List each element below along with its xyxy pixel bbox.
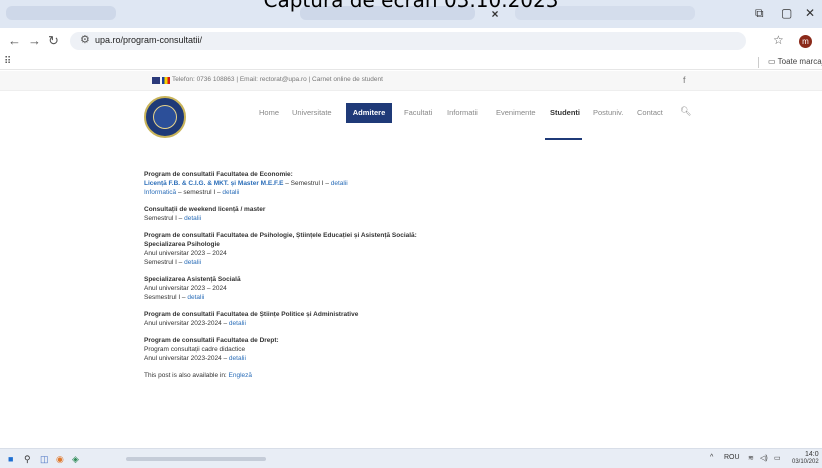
text: Sesmestrul I – (144, 294, 188, 301)
url-bar[interactable]: ⚙ upa.ro/program-consultatii/ (70, 32, 746, 50)
menu-evenimente[interactable]: Evenimente (496, 108, 536, 117)
forward-icon[interactable]: → (28, 33, 41, 48)
clock-time[interactable]: 14:0 (805, 451, 819, 458)
text: Semestrul I – (144, 215, 185, 222)
link-detalii[interactable]: detalii (222, 189, 239, 196)
language-note: This post is also available in: Engleză (144, 371, 644, 380)
text: Anul universitar 2023 – 2024 (144, 285, 227, 292)
logo-emblem (153, 105, 177, 129)
block-subtitle: Specializarea Psihologie (144, 241, 220, 248)
app-icon[interactable]: ◈ (72, 454, 79, 465)
block-title: Program de consultatii Facultatea de Dre… (144, 337, 279, 344)
block-economie: Program de consultatii Facultatea de Eco… (144, 170, 644, 197)
text: Program consultații cadre didactice (144, 346, 246, 353)
ro-flag-icon[interactable] (162, 77, 170, 84)
folder-icon: ▭ (768, 57, 778, 66)
menu-facultati[interactable]: Facultati (404, 108, 432, 117)
block-drept: Program de consultatii Facultatea de Dre… (144, 336, 644, 363)
facebook-icon[interactable]: f (683, 75, 686, 85)
url-text[interactable]: upa.ro/program-consultatii/ (95, 35, 202, 45)
battery-icon[interactable]: ▭ (774, 454, 781, 462)
link-detalii[interactable]: detalii (184, 259, 201, 266)
uk-flag-icon[interactable] (152, 77, 160, 84)
volume-icon[interactable]: ◁) (760, 454, 768, 462)
app-icon[interactable]: ◉ (56, 454, 64, 465)
active-menu-indicator (545, 138, 582, 140)
link-detalii[interactable]: detalii (187, 294, 204, 301)
back-icon[interactable]: ← (8, 33, 21, 48)
wifi-icon[interactable]: ≋ (748, 454, 754, 462)
site-topbar: Telefon: 0736 108863 | Email: rectorat@u… (0, 71, 822, 91)
block-weekend: Consultații de weekend licență / master … (144, 205, 644, 223)
page-content: Program de consultatii Facultatea de Eco… (144, 170, 644, 388)
profile-avatar[interactable]: m (799, 35, 812, 48)
all-bookmarks-folder[interactable]: ▭ Toate marcajele (768, 57, 822, 66)
menu-postuniv[interactable]: Postuniv. (593, 108, 623, 117)
menu-informatii[interactable]: Informatii (447, 108, 478, 117)
block-title: Program de consultatii Facultatea de Eco… (144, 171, 293, 178)
block-psihologie: Program de consultatii Facultatea de Psi… (144, 231, 644, 267)
bookmark-separator (758, 57, 759, 68)
menu-admitere[interactable]: Admitere (346, 103, 392, 123)
block-title: Program de consultatii Facultatea de Psi… (144, 232, 417, 239)
text: – semestrul I – (176, 189, 223, 196)
link-detalii[interactable]: detalii (331, 180, 348, 187)
menu-studenti[interactable]: Studenti (550, 108, 580, 117)
search-icon[interactable]: ⚲ (24, 454, 31, 465)
clock-date[interactable]: 03/10/202 (792, 459, 819, 465)
windows-taskbar: ■ ⚲ ◫ ◉ ◈ ^ ROU ≋ ◁) ▭ 14:0 03/10/202 (0, 448, 822, 468)
text: Anul universitar 2023 – 2024 (144, 250, 227, 257)
block-asistenta: Specializarea Asistență Socială Anul uni… (144, 275, 644, 302)
start-icon[interactable]: ■ (8, 454, 13, 464)
block-title: Consultații de weekend licență / master (144, 206, 266, 213)
text: – Semestrul I – (283, 180, 331, 187)
reload-icon[interactable]: ↻ (48, 33, 59, 49)
bookmark-star-icon[interactable]: ☆ (773, 33, 784, 47)
link-licenta[interactable]: Licență F.B. & C.I.G. & MKT. și Master M… (144, 180, 283, 187)
menu-home[interactable]: Home (259, 108, 279, 117)
link-informatica[interactable]: Informatică (144, 189, 176, 196)
taskbar-apps-blurred[interactable] (126, 457, 266, 461)
block-stiinte-politice: Program de consultatii Facultatea de Ști… (144, 310, 644, 328)
text: Anul universitar 2023-2024 – (144, 320, 229, 327)
link-detalii[interactable]: detalii (229, 355, 246, 362)
text: This post is also available in: (144, 372, 229, 379)
keyboard-language[interactable]: ROU (724, 454, 740, 461)
search-icon[interactable]: 🔍︎ (680, 106, 691, 117)
link-detalii[interactable]: detalii (184, 215, 201, 222)
taskview-icon[interactable]: ◫ (40, 454, 49, 465)
site-info-icon[interactable]: ⚙ (80, 33, 90, 46)
block-title: Program de consultatii Facultatea de Ști… (144, 311, 359, 318)
link-detalii[interactable]: detalii (229, 320, 246, 327)
screenshot-caption: Captura de ecran 03.10.2023 (263, 0, 559, 12)
link-engleza[interactable]: Engleză (229, 372, 253, 379)
menu-contact[interactable]: Contact (637, 108, 663, 117)
university-logo[interactable] (144, 96, 186, 138)
apps-grid-icon[interactable]: ⠿ (4, 56, 11, 67)
menu-universitate[interactable]: Universitate (292, 108, 332, 117)
tray-chevron-icon[interactable]: ^ (710, 454, 713, 461)
bookmarks-bar: ⠿ ▭ Toate marcajele (0, 54, 822, 70)
block-title: Specializarea Asistență Socială (144, 276, 241, 283)
text: Anul universitar 2023-2024 – (144, 355, 229, 362)
text: Semestrul I – (144, 259, 185, 266)
language-flags[interactable] (152, 77, 170, 84)
address-row: ← → ↻ ⚙ upa.ro/program-consultatii/ ☆ m (0, 28, 822, 54)
contact-info[interactable]: Telefon: 0736 108863 | Email: rectorat@u… (172, 76, 383, 83)
